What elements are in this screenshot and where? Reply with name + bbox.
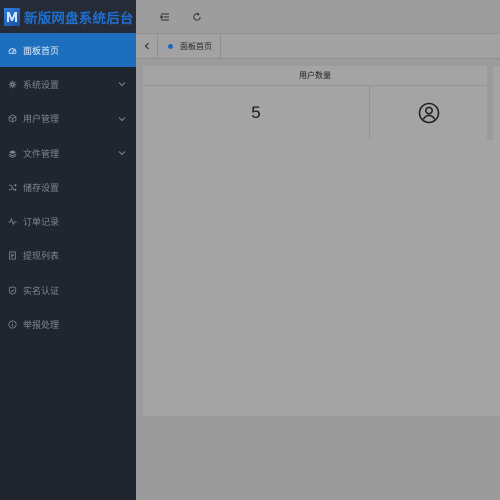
user-count-card: 用户数量 5 — [143, 66, 487, 140]
sidebar-item-withdrawal-list[interactable]: 提现列表 — [0, 239, 136, 273]
main-content: 用户数量 5 — [136, 60, 500, 500]
sidebar-item-label: 面板首页 — [23, 46, 60, 57]
tabs-scroll-left-button[interactable] — [136, 34, 158, 58]
sidebar-item-label: 文件管理 — [23, 149, 60, 160]
shuffle-icon — [7, 182, 17, 192]
refresh-icon[interactable] — [189, 9, 205, 25]
sidebar-item-dashboard[interactable]: 面板首页 — [0, 33, 136, 68]
chevron-down-icon — [118, 115, 126, 123]
logo-icon — [4, 7, 20, 26]
sidebar-item-file-management[interactable]: 文件管理 — [0, 136, 136, 170]
box-icon — [7, 114, 17, 124]
sidebar-item-user-management[interactable]: 用户管理 — [0, 102, 136, 136]
chevron-left-icon — [144, 42, 149, 50]
sidebar-item-label: 提现列表 — [23, 252, 60, 263]
user-circle-icon — [370, 86, 487, 140]
chevron-down-icon — [118, 80, 126, 88]
menu-fold-icon[interactable] — [157, 9, 173, 25]
sidebar-item-real-name-auth[interactable]: 实名认证 — [0, 273, 136, 307]
next-card-edge — [493, 66, 500, 140]
shield-icon — [7, 285, 17, 295]
layers-icon — [7, 148, 17, 158]
content-panel — [143, 140, 500, 416]
sidebar-menu: 面板首页 系统设置 用户管理 文件管理 储存设置 订单记录 提现列表 实名认证 … — [0, 33, 136, 342]
card-body: 5 — [143, 86, 487, 140]
sidebar-item-label: 用户管理 — [23, 115, 60, 126]
app-logo[interactable]: 新版网盘系统后台 — [0, 0, 136, 33]
sidebar-item-order-records[interactable]: 订单记录 — [0, 204, 136, 238]
sidebar-item-label: 举报处理 — [23, 321, 60, 332]
sidebar-item-label: 储存设置 — [23, 183, 60, 194]
footer-area — [136, 416, 500, 500]
dashboard-icon — [7, 45, 17, 55]
tab-label: 面板首页 — [180, 41, 212, 51]
sidebar-item-label: 订单记录 — [23, 218, 60, 229]
tabs-bar: 面板首页 — [136, 33, 500, 59]
top-header — [136, 0, 500, 33]
gear-icon — [7, 79, 17, 89]
sidebar-item-label: 实名认证 — [23, 286, 60, 297]
app-title: 新版网盘系统后台 — [24, 10, 134, 27]
user-count-value: 5 — [143, 86, 370, 140]
pulse-icon — [7, 217, 17, 227]
tab-dashboard[interactable]: 面板首页 — [158, 34, 221, 58]
sidebar-item-label: 系统设置 — [23, 80, 60, 91]
sidebar-item-system-settings[interactable]: 系统设置 — [0, 67, 136, 101]
sidebar-item-storage-settings[interactable]: 储存设置 — [0, 170, 136, 204]
card-title: 用户数量 — [143, 66, 487, 86]
sidebar-item-report-handling[interactable]: 举报处理 — [0, 307, 136, 341]
sidebar: 新版网盘系统后台 面板首页 系统设置 用户管理 文件管理 储存设置 订单记录 提… — [0, 0, 136, 500]
active-tab-dot — [168, 43, 173, 49]
info-icon — [7, 320, 17, 330]
document-icon — [7, 251, 17, 261]
chevron-down-icon — [118, 149, 126, 157]
